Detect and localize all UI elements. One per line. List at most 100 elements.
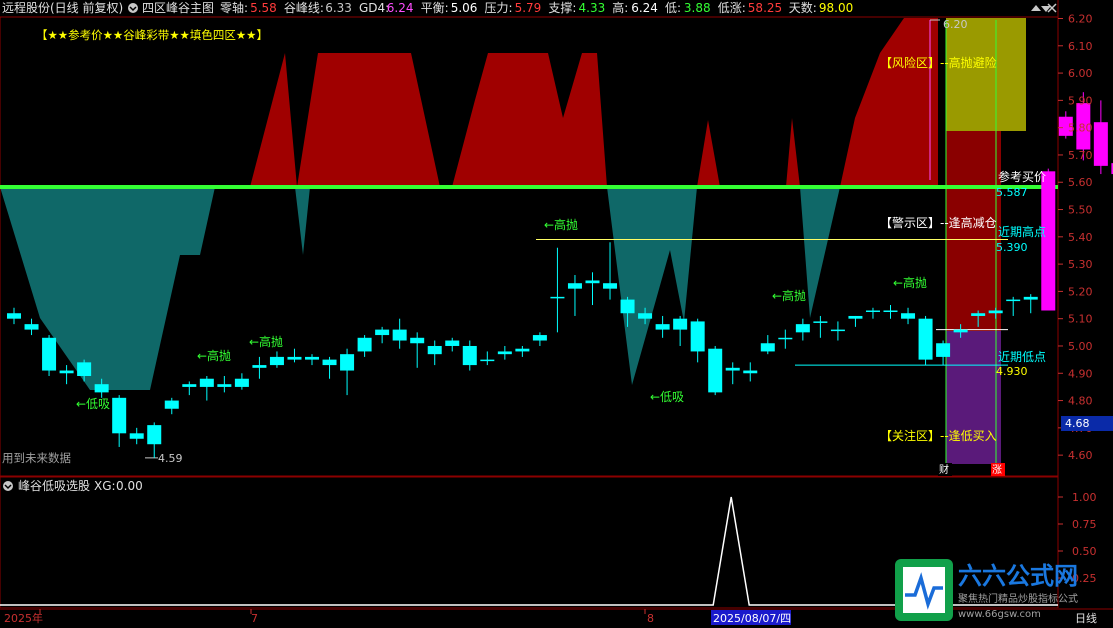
candle-body bbox=[620, 299, 635, 314]
header-item-label: 压力: bbox=[485, 1, 513, 15]
candle-body bbox=[42, 337, 57, 371]
top-price-label: 6.20 bbox=[943, 18, 968, 31]
candle-body bbox=[585, 280, 600, 284]
header-item-label: 低: bbox=[665, 1, 681, 15]
candle-body bbox=[532, 335, 547, 341]
candle-body bbox=[129, 433, 144, 439]
candle-body bbox=[778, 337, 793, 340]
candle-body bbox=[953, 329, 968, 333]
header-item-label: 平衡: bbox=[421, 1, 449, 15]
period-label[interactable]: 日线 bbox=[1075, 611, 1097, 625]
y-tick-label: 4.90 bbox=[1068, 367, 1093, 380]
candle-body bbox=[480, 359, 495, 362]
candle-body bbox=[322, 359, 337, 366]
header-item-label: 谷峰线: bbox=[284, 1, 324, 15]
candle-body bbox=[445, 340, 460, 346]
candle-body bbox=[7, 313, 21, 319]
risk-zone-label: 【风险区】--高抛避险 bbox=[880, 55, 997, 70]
candle-body bbox=[848, 315, 863, 319]
recent-low-label: 近期低点 bbox=[998, 350, 1046, 364]
header-item-value: 58.25 bbox=[748, 1, 782, 15]
candle-body bbox=[305, 356, 320, 360]
candle-body bbox=[988, 310, 1003, 314]
indicator-switch-icon[interactable] bbox=[128, 3, 138, 13]
warn-zone-label: 【警示区】--逢高减仓 bbox=[880, 215, 997, 230]
y-tick-label: 5.90 bbox=[1068, 94, 1093, 107]
candle-body bbox=[550, 296, 565, 299]
candle-body bbox=[1006, 299, 1021, 302]
candle-body bbox=[199, 378, 214, 387]
sub-indicator-switch-icon[interactable] bbox=[3, 481, 13, 491]
header-item-value: 98.00 bbox=[819, 1, 853, 15]
header-values: 零轴: 5.58 谷峰线: 6.33 GD4:6.24 平衡: 5.06 压力: 5.79 支撑:… bbox=[220, 0, 853, 15]
low-price-label: 4.59 bbox=[158, 452, 183, 465]
candle-body bbox=[1093, 122, 1108, 166]
stock-chart-canvas[interactable]: ←高抛 ←高抛 ←高抛 ←高抛 ←高抛 ←低吸 ←低吸 6.20 6.10 6.00 5.90 5.… bbox=[0, 0, 1113, 628]
candle-body bbox=[217, 384, 232, 387]
candle-body bbox=[410, 337, 425, 344]
x-label-aug: 8 bbox=[647, 612, 654, 625]
candle-body bbox=[830, 329, 845, 332]
banner-text: 【★★参考价★★谷峰彩带★★填色四区★★】 bbox=[36, 28, 268, 42]
candle-body bbox=[603, 283, 618, 289]
header-item-value: 5.58 bbox=[250, 1, 277, 15]
header-item-value: 4.33 bbox=[579, 1, 606, 15]
finance-tag[interactable]: 财 bbox=[939, 463, 949, 476]
candle-body bbox=[655, 324, 670, 330]
candle-body bbox=[357, 337, 372, 352]
x-label-year: 2025年 bbox=[4, 611, 43, 625]
high-sell-marker: ←高抛 bbox=[772, 288, 806, 303]
header-item-value: 6.24 bbox=[631, 1, 658, 15]
candle-body bbox=[94, 384, 109, 393]
watermark-url: www.66gsw.com bbox=[958, 609, 1041, 620]
candle-body bbox=[287, 356, 302, 360]
y-tick-label: 6.00 bbox=[1068, 67, 1093, 80]
candle-body bbox=[901, 313, 916, 319]
candle-body bbox=[708, 348, 723, 393]
candle-body bbox=[182, 384, 197, 387]
x-label-jul: 7 bbox=[251, 612, 258, 625]
candle-body bbox=[690, 321, 705, 352]
candle-body bbox=[392, 329, 407, 341]
y-tick-label: 5.10 bbox=[1068, 313, 1093, 326]
y-axis: 6.20 6.10 6.00 5.90 5.80 5.70 5.60 5.50 5.40 5.30… bbox=[1058, 13, 1093, 462]
candle-body bbox=[725, 367, 740, 371]
candle-body bbox=[795, 324, 810, 333]
sub-chart-title[interactable]: 峰谷低吸选股 bbox=[18, 479, 90, 493]
candle-body bbox=[340, 354, 355, 371]
y-tick-label: 5.80 bbox=[1068, 122, 1093, 135]
header-item-value: 3.88 bbox=[684, 1, 711, 15]
candle-body bbox=[971, 313, 986, 316]
candle-body bbox=[462, 345, 477, 366]
y-tick-label: 5.00 bbox=[1068, 340, 1093, 353]
recent-low-value: 4.930 bbox=[996, 365, 1028, 378]
up-arrow-icon[interactable] bbox=[1031, 5, 1041, 11]
future-data-note: 用到未来数据 bbox=[2, 451, 71, 465]
sub-xg-value: 0.00 bbox=[116, 479, 143, 493]
focus-zone-block bbox=[946, 331, 1001, 464]
recent-high-value: 5.390 bbox=[996, 241, 1028, 254]
sub-y-tick-label: 1.00 bbox=[1072, 491, 1097, 504]
candle-body bbox=[427, 345, 442, 355]
header-item-value: 6.24 bbox=[387, 1, 414, 15]
stock-title[interactable]: 远程股份(日线 前复权) bbox=[2, 0, 123, 15]
candle-body bbox=[77, 362, 92, 376]
candle-body bbox=[147, 425, 162, 445]
low-buy-marker: ←低吸 bbox=[76, 397, 110, 411]
sub-xg-label: XG: bbox=[94, 479, 116, 493]
high-sell-marker: ←高抛 bbox=[544, 217, 578, 232]
indicator-name[interactable]: 四区峰谷主图 bbox=[142, 1, 214, 15]
header-item-label: 支撑: bbox=[548, 0, 576, 15]
candle-body bbox=[567, 283, 582, 289]
candle-body bbox=[918, 318, 933, 360]
candle-body bbox=[1023, 296, 1038, 300]
candle-body bbox=[59, 370, 74, 374]
rise-tag[interactable]: 涨 bbox=[992, 464, 1002, 476]
watermark-subtitle: 聚焦热门精品炒股指标公式 bbox=[958, 592, 1078, 605]
y-tick-label: 6.20 bbox=[1068, 13, 1093, 26]
candle-body bbox=[936, 343, 951, 357]
candle-body bbox=[673, 318, 688, 330]
sub-y-tick-label: 0.75 bbox=[1072, 518, 1097, 531]
recent-high-label: 近期高点 bbox=[998, 224, 1046, 239]
candle-body bbox=[497, 351, 512, 355]
